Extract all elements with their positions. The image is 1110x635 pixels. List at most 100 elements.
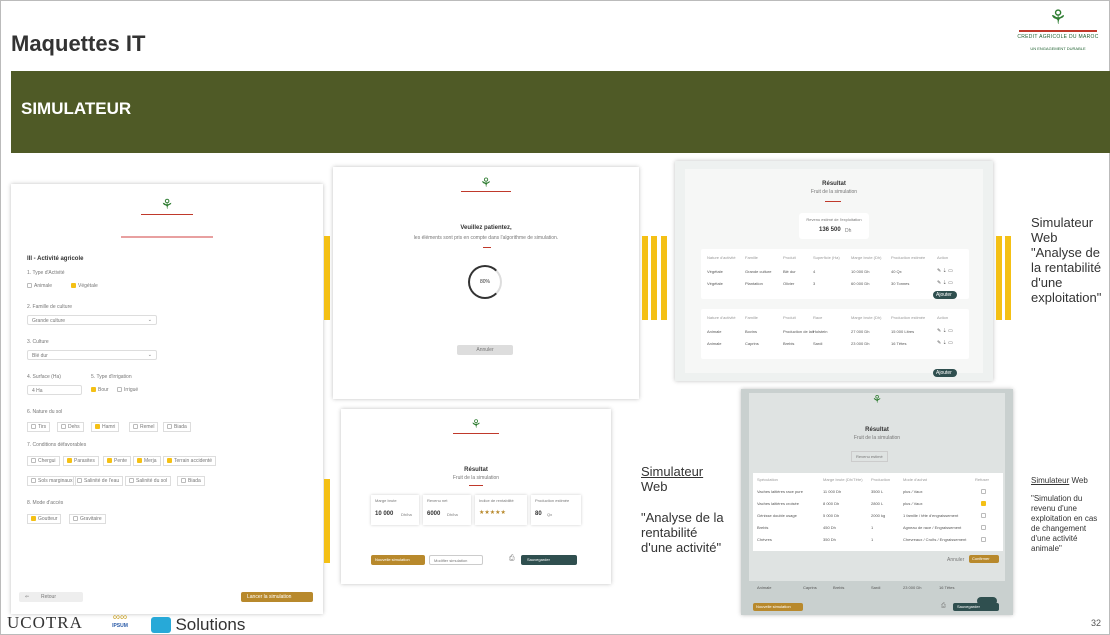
table-cell: 8 000 Dh [823, 501, 840, 506]
table-header-cell: Spéculation [757, 477, 778, 482]
table-cell: Animale [757, 585, 772, 590]
row-checkbox[interactable] [981, 489, 986, 494]
ipsum-logo: ∞∞ IPSUM [105, 612, 135, 630]
save-button[interactable]: Sauvegarder [953, 603, 999, 611]
table-cell: 23 000 Dh [903, 585, 922, 590]
famille-select[interactable]: Grande culture ⌄ [27, 315, 157, 325]
table-cell: 2000 kg [871, 513, 886, 518]
animal-table: Nature d'activité Famille Produit Race Marge… [701, 309, 969, 359]
label-activite: Simulateur Web "Analyse de la rentabilité d… [641, 464, 724, 555]
table-cell: 23 000 Dh [851, 341, 870, 346]
condition-options-2: Sols marginaux Salinité de l'eau Salinité … [27, 476, 317, 488]
edit-simulation-button[interactable]: Modifier simulation [429, 555, 483, 565]
condition-options: Chergui Parasites Pente Merja Terrain accide… [27, 456, 317, 468]
vegetal-table: Nature d'activité Famille Produit Superfici… [701, 249, 969, 299]
new-simulation-button[interactable]: Nouvelle simulation [371, 555, 425, 565]
checkbox-option[interactable]: Chergui [27, 456, 60, 466]
leaf-icon: ⚘ [1049, 7, 1067, 29]
table-cell: 350 Dh [823, 537, 836, 542]
table-header-cell: Production estimée [891, 255, 926, 260]
add-button[interactable]: Ajouter [933, 291, 957, 299]
slide-title: Maquettes IT [11, 31, 146, 56]
table-cell: 16 Têtes [939, 585, 955, 590]
radio-irrigue[interactable]: Irrigué [117, 387, 138, 393]
rating-stars: ★★★★★ [479, 510, 506, 516]
cancel-button[interactable]: Annuler [947, 557, 964, 563]
section-band: SIMULATEUR [11, 71, 1110, 153]
radio-gravitaire[interactable]: Gravitaire [69, 514, 106, 524]
radio-vegetale[interactable]: Végétale [71, 283, 98, 289]
form-screen: ⚘ III - Activité agricole 1. Type d'Acti… [11, 184, 323, 614]
label-animale: Simulateur Web "Simulation du revenu d'un… [1031, 476, 1098, 553]
brand-logo: ⚘ CREDIT AGRICOLE DU MAROC UN ENGAGEMENT… [1013, 7, 1103, 67]
leaf-icon: ⚘ [480, 175, 492, 190]
table-cell: 2800 L [871, 501, 884, 506]
submit-button[interactable]: Lancer la simulation [241, 592, 313, 602]
leaf-icon: ⚘ [160, 196, 174, 212]
checkbox-option[interactable]: Hamri [91, 422, 120, 432]
checkbox-option[interactable]: Salinité de l'eau [73, 476, 124, 486]
checkbox-option[interactable]: Remel [129, 422, 159, 432]
checkbox-option[interactable]: Salinité du sol [125, 476, 172, 486]
revenue-box: Revenu estimé de l'exploitation 136 500 … [799, 213, 869, 239]
table-cell: Caprins [745, 341, 759, 346]
checkbox-option[interactable]: Merja [133, 456, 161, 466]
checkbox-option[interactable]: Biada [163, 422, 191, 432]
table-header-cell: Mode d'achat [903, 477, 927, 482]
checkbox-option[interactable]: Dehs [57, 422, 84, 432]
radio-animale[interactable]: Animale [27, 283, 52, 289]
row-checkbox[interactable] [981, 513, 986, 518]
result-cards-screen: ⚘ Résultat Fruit de la simulation Marge … [341, 409, 611, 584]
table-header-cell: Action [937, 255, 949, 260]
table-cell: 11 000 Dh [823, 489, 842, 494]
table-cell: Animale [707, 329, 722, 334]
table-cell: Végétale [707, 281, 723, 286]
table-cell: 60 000 Dh [851, 281, 870, 286]
table-cell: plus / Vaux [903, 489, 923, 494]
culture-select[interactable]: Blé dur ⌄ [27, 350, 157, 360]
checkbox-option[interactable]: Terrain accidenté [163, 456, 217, 466]
chevron-down-icon: ⌄ [147, 352, 152, 358]
radio-bour[interactable]: Bour [91, 387, 109, 393]
print-icon[interactable]: ⎙ [941, 603, 946, 610]
radio-goutteur[interactable]: Goutteur [27, 514, 62, 524]
progress-ring: 80% [468, 265, 502, 299]
back-button[interactable]: ⇐ Retour [19, 592, 83, 602]
table-cell: Brebis [833, 585, 845, 590]
row-checkbox[interactable] [981, 525, 986, 530]
table-cell: 1 famille / tête d'engraissement [903, 513, 959, 518]
checkbox-option[interactable]: Pente [103, 456, 132, 466]
table-cell: Caprins [803, 585, 817, 590]
ipsum-icon: ∞∞ [112, 612, 128, 623]
confirm-button[interactable]: Confirmer [969, 555, 999, 563]
print-icon[interactable]: ⎙ [509, 555, 515, 563]
new-simulation-button[interactable]: Nouvelle simulation [753, 603, 803, 611]
table-cell: Bovins [745, 329, 758, 334]
checkbox-option[interactable]: Parasites [63, 456, 99, 466]
table-cell: Plantation [745, 281, 763, 286]
row-checkbox[interactable] [981, 537, 986, 542]
surface-input[interactable]: 4 Ha [27, 385, 82, 395]
table-header-cell: Produit [783, 255, 796, 260]
table-cell: Sardi [813, 341, 823, 346]
row-actions-icon[interactable]: ✎ ⇣ ▭ [937, 328, 953, 334]
table-header-cell: Superficie (Ha) [813, 255, 840, 260]
row-actions-icon[interactable]: ✎ ⇣ ▭ [937, 340, 953, 346]
checkbox-option[interactable]: Tirs [27, 422, 51, 432]
table-cell: Chèvres [757, 537, 772, 542]
animal-simulation-screen: ⚘ Résultat Fruit de la simulation Revenu… [741, 389, 1013, 615]
row-actions-icon[interactable]: ✎ ⇣ ▭ [937, 280, 953, 286]
table-cell: 450 Dh [823, 525, 836, 530]
checkbox-option[interactable]: Sols marginaux [27, 476, 77, 486]
add-button[interactable]: Ajouter [933, 369, 957, 377]
table-header-cell: Nature d'activité [707, 255, 736, 260]
save-button[interactable]: Sauvegarder [521, 555, 577, 565]
table-cell: 30 Tonnes [891, 281, 910, 286]
row-checkbox[interactable] [981, 501, 986, 506]
page-number: 32 [1090, 618, 1101, 628]
checkbox-option[interactable]: Biada [177, 476, 205, 486]
cancel-button[interactable]: Annuler [457, 345, 513, 355]
row-actions-icon[interactable]: ✎ ⇣ ▭ [937, 268, 953, 274]
table-cell: Brebis [757, 525, 769, 530]
animal-summary-row: Animale Caprins Brebis Sardi 23 000 Dh 16 Têt… [753, 585, 1003, 595]
